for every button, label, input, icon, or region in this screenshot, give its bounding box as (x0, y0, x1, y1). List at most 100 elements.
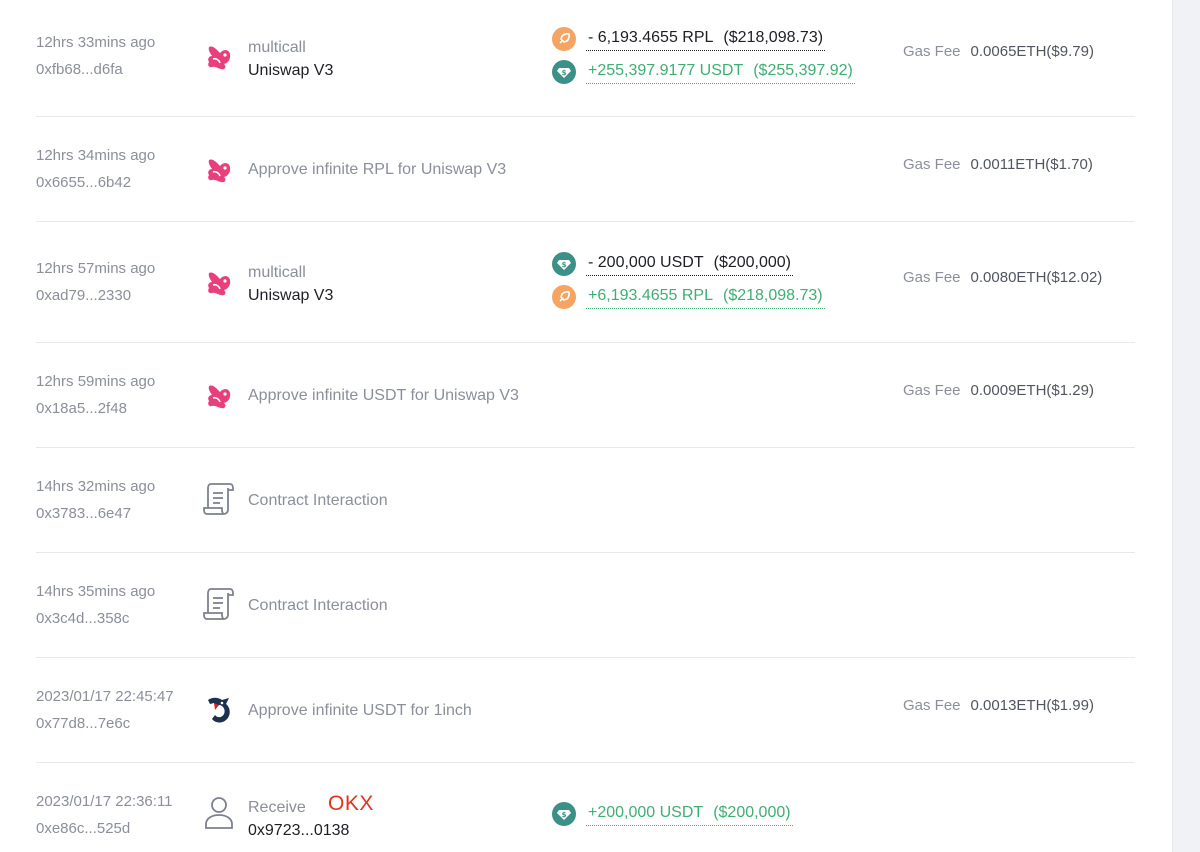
transaction-row[interactable]: 12hrs 33mins ago 0xfb68...d6fa multicall… (36, 0, 1135, 117)
gas-fee-label: Gas Fee (903, 156, 961, 173)
token-amount[interactable]: +255,397.9177 USDT ($255,397.92) (586, 60, 855, 84)
token-amount[interactable]: +200,000 USDT ($200,000) (586, 802, 793, 826)
tx-token-changes: - 6,193.4655 RPL ($218,098.73) $ +255,397… (552, 27, 855, 84)
tx-time-column: 12hrs 57mins ago 0xad79...2330 (36, 260, 155, 305)
tx-gas-fee: Gas Fee 0.0080ETH($12.02) (903, 269, 1102, 287)
tx-hash-link[interactable]: 0xfb68...d6fa (36, 61, 155, 79)
tx-time-column: 12hrs 34mins ago 0x6655...6b42 (36, 147, 155, 192)
tx-time-column: 12hrs 33mins ago 0xfb68...d6fa (36, 34, 155, 79)
token-amount-value: +255,397.9177 USDT (588, 62, 744, 79)
tx-time: 2023/01/17 22:45:47 (36, 688, 174, 705)
transaction-row[interactable]: 2023/01/17 22:36:11 0xe86c...525d Receiv… (36, 763, 1135, 852)
usdt-token-icon: $ (552, 802, 576, 826)
gas-fee-label: Gas Fee (903, 382, 961, 399)
gas-fee-value: 0.0013ETH($1.99) (970, 697, 1094, 714)
tx-hash-link[interactable]: 0x18a5...2f48 (36, 400, 155, 418)
gas-fee-value: 0.0009ETH($1.29) (970, 382, 1094, 399)
tx-description: multicall Uniswap V3 (248, 38, 333, 80)
token-amount[interactable]: - 200,000 USDT ($200,000) (586, 252, 793, 276)
token-change: $ +200,000 USDT ($200,000) (552, 802, 793, 826)
tx-time: 14hrs 35mins ago (36, 583, 156, 600)
tx-hash-link[interactable]: 0x77d8...7e6c (36, 715, 174, 733)
tx-time-column: 12hrs 59mins ago 0x18a5...2f48 (36, 373, 155, 418)
token-amount[interactable]: +6,193.4655 RPL ($218,098.73) (586, 285, 825, 309)
token-usd-value: ($218,098.73) (723, 287, 823, 304)
tx-description: Contract Interaction (248, 491, 388, 511)
transaction-row[interactable]: 14hrs 32mins ago 0x3783...6e47 Contract … (36, 448, 1135, 553)
tx-description: Approve infinite USDT for 1inch (248, 701, 472, 721)
tx-protocol[interactable]: Uniswap V3 (248, 286, 333, 305)
tx-description-text: Approve infinite RPL for Uniswap V3 (248, 161, 507, 178)
tx-gas-fee: Gas Fee 0.0065ETH($9.79) (903, 43, 1094, 61)
tx-hash-link[interactable]: 0xad79...2330 (36, 287, 155, 305)
token-usd-value: ($200,000) (713, 254, 791, 271)
tx-token-changes: $ +200,000 USDT ($200,000) (552, 802, 793, 826)
tx-time: 12hrs 34mins ago (36, 147, 156, 164)
scrollbar-track[interactable] (1172, 0, 1200, 852)
transaction-row[interactable]: 14hrs 35mins ago 0x3c4d...358c Contract … (36, 553, 1135, 658)
token-usd-value: ($255,397.92) (753, 62, 853, 79)
tx-time: 12hrs 57mins ago (36, 260, 156, 277)
tx-hash-link[interactable]: 0x3783...6e47 (36, 505, 155, 523)
uniswap-icon (202, 153, 236, 187)
svg-text:$: $ (562, 261, 567, 269)
transaction-row[interactable]: 2023/01/17 22:45:47 0x77d8...7e6c Approv… (36, 658, 1135, 763)
tx-time-column: 2023/01/17 22:36:11 0xe86c...525d (36, 793, 173, 838)
tx-time: 2023/01/17 22:36:11 (36, 793, 173, 810)
token-amount-value: - 6,193.4655 RPL (588, 29, 714, 46)
token-amount[interactable]: - 6,193.4655 RPL ($218,098.73) (586, 27, 826, 51)
tx-description: Contract Interaction (248, 596, 388, 616)
token-usd-value: ($218,098.73) (723, 29, 824, 46)
gas-fee-label: Gas Fee (903, 43, 961, 60)
token-amount-value: +200,000 USDT (588, 804, 704, 821)
tx-token-changes: $ - 200,000 USDT ($200,000) +6,193.4655 R… (552, 252, 825, 309)
transaction-row[interactable]: 12hrs 34mins ago 0x6655...6b42 Approve i… (36, 117, 1135, 222)
tx-counterparty-address[interactable]: 0x9723...0138 (248, 821, 349, 840)
token-change: +6,193.4655 RPL ($218,098.73) (552, 285, 825, 309)
gas-fee-value: 0.0065ETH($9.79) (970, 43, 1094, 60)
token-change: $ - 200,000 USDT ($200,000) (552, 252, 825, 276)
svg-text:$: $ (562, 69, 567, 77)
1inch-icon (202, 693, 236, 727)
tx-description: Approve infinite RPL for Uniswap V3 (248, 160, 506, 180)
tx-method: multicall (248, 264, 306, 281)
uniswap-icon (202, 379, 236, 413)
transaction-row[interactable]: 12hrs 57mins ago 0xad79...2330 multicall… (36, 222, 1135, 343)
tx-time-column: 14hrs 32mins ago 0x3783...6e47 (36, 478, 155, 523)
gas-fee-label: Gas Fee (903, 697, 961, 714)
tx-description: multicall Uniswap V3 (248, 263, 333, 305)
tx-description: Approve infinite USDT for Uniswap V3 (248, 386, 519, 406)
token-amount-value: +6,193.4655 RPL (588, 287, 713, 304)
gas-fee-label: Gas Fee (903, 269, 961, 286)
tx-protocol[interactable]: Uniswap V3 (248, 61, 333, 80)
tx-time: 12hrs 33mins ago (36, 34, 156, 51)
gas-fee-value: 0.0011ETH($1.70) (970, 156, 1093, 173)
contract-scroll-icon (202, 482, 236, 516)
tx-hash-link[interactable]: 0x3c4d...358c (36, 610, 155, 628)
token-change: - 6,193.4655 RPL ($218,098.73) (552, 27, 855, 51)
tx-description-text: Contract Interaction (248, 492, 388, 509)
tx-time-column: 2023/01/17 22:45:47 0x77d8...7e6c (36, 688, 174, 733)
token-usd-value: ($200,000) (713, 804, 791, 821)
tx-hash-link[interactable]: 0xe86c...525d (36, 820, 173, 838)
tx-hash-link[interactable]: 0x6655...6b42 (36, 174, 155, 192)
tx-method: multicall (248, 39, 306, 56)
okx-annotation: OKX (328, 792, 374, 815)
svg-text:$: $ (562, 811, 567, 819)
tx-description-text: Contract Interaction (248, 597, 388, 614)
token-amount-value: - 200,000 USDT (588, 254, 704, 271)
tx-time-column: 14hrs 35mins ago 0x3c4d...358c (36, 583, 155, 628)
rpl-token-icon (552, 285, 576, 309)
contract-scroll-icon (202, 587, 236, 621)
tx-gas-fee: Gas Fee 0.0011ETH($1.70) (903, 156, 1093, 174)
tx-description-text: Approve infinite USDT for Uniswap V3 (248, 387, 519, 404)
transaction-row[interactable]: 12hrs 59mins ago 0x18a5...2f48 Approve i… (36, 343, 1135, 448)
tx-gas-fee: Gas Fee 0.0013ETH($1.99) (903, 697, 1094, 715)
uniswap-icon (202, 266, 236, 300)
usdt-token-icon: $ (552, 252, 576, 276)
usdt-token-icon: $ (552, 60, 576, 84)
tx-time: 14hrs 32mins ago (36, 478, 156, 495)
tx-description: Receive 0x9723...0138 OKX (248, 792, 373, 840)
uniswap-icon (202, 40, 236, 74)
token-change: $ +255,397.9177 USDT ($255,397.92) (552, 60, 855, 84)
